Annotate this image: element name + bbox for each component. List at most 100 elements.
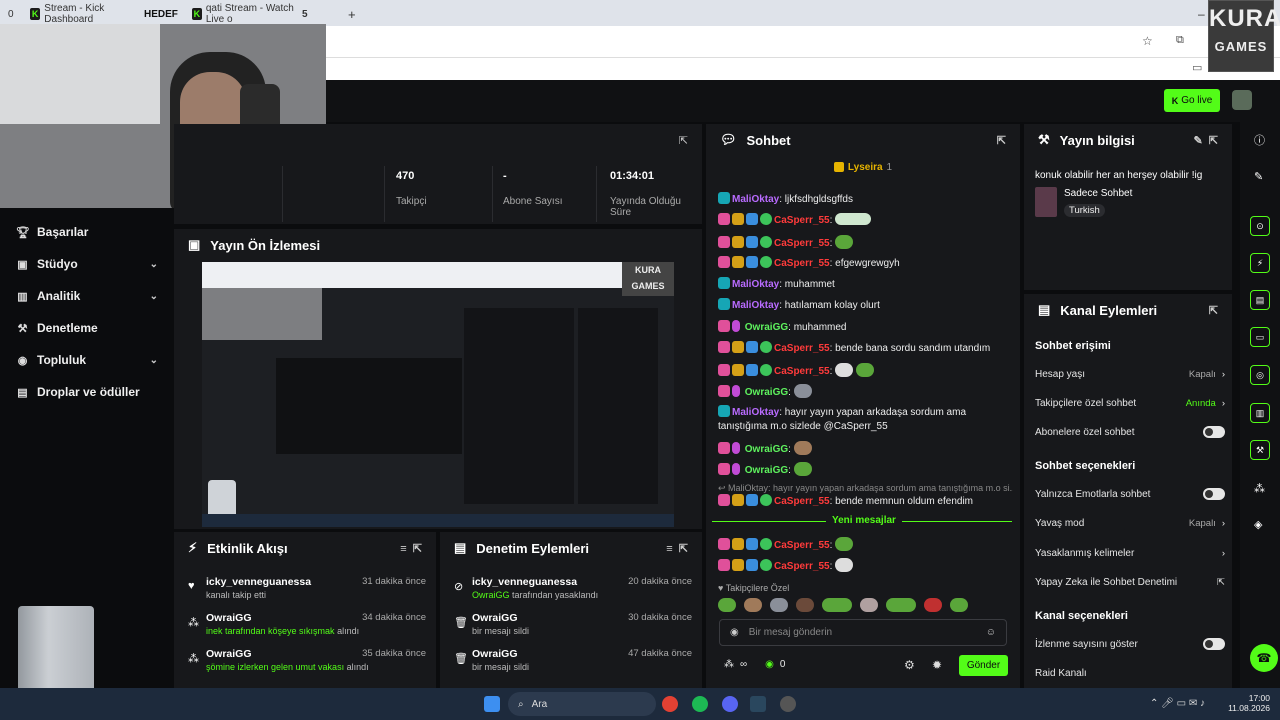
popout-icon[interactable]: ⇱ <box>1209 304 1218 317</box>
chat-username[interactable]: CaSperr_55 <box>774 238 830 249</box>
sidebar-item-achievements[interactable]: 🏆︎ Başarılar <box>16 222 158 242</box>
subs-only-setting: Abonelere özel sohbet <box>1035 424 1225 440</box>
chat-username[interactable]: OwraiGG <box>745 465 788 476</box>
viewer-count-toggle[interactable] <box>1203 638 1225 650</box>
emote-only-toggle[interactable] <box>1203 488 1225 500</box>
chat-username[interactable]: OwraiGG <box>745 387 788 398</box>
emote-icon <box>793 441 812 455</box>
chrome-icon[interactable] <box>662 696 678 712</box>
followers-only-setting[interactable]: Takipçilere özel sohbet Anında › <box>1035 395 1225 411</box>
pinned-bar[interactable]: Lyseira 1 <box>706 156 1020 178</box>
slow-mode-setting[interactable]: Yavaş mod Kapalı › <box>1035 515 1225 531</box>
tab-counter-left[interactable]: 0 <box>8 4 30 24</box>
chat-username[interactable]: MaliOktay <box>732 300 779 311</box>
category-name[interactable]: Sadece Sohbet <box>1064 188 1132 199</box>
setting-value: Anında › <box>1186 398 1225 409</box>
emote-icon <box>855 363 874 377</box>
sidebar-item-analytics[interactable]: ▥ Analitik ⌄ <box>16 286 158 306</box>
send-button[interactable]: Gönder <box>959 655 1008 676</box>
support-icon[interactable]: ☎ <box>1250 644 1278 672</box>
emote-icon[interactable] <box>744 598 762 612</box>
account-age-setting[interactable]: Hesap yaşı Kapalı › <box>1035 366 1225 382</box>
extensions-icon[interactable]: ⧉ <box>1176 34 1184 47</box>
layers-icon[interactable]: ▥ <box>1250 403 1270 423</box>
chat-username[interactable]: MaliOktay <box>732 407 779 418</box>
chat-input[interactable]: ◉ Bir mesaj gönderin ☺ <box>719 619 1007 646</box>
ai-moderation-setting[interactable]: Yapay Zeka ile Sohbet Denetimi ⇱ <box>1035 574 1225 590</box>
info-icon[interactable]: ⓘ <box>1254 132 1265 148</box>
chat-text: : muhammed <box>788 322 847 333</box>
points-icon[interactable]: ⁂ <box>724 659 734 670</box>
popout-icon[interactable]: ⇱ <box>679 134 688 147</box>
chat-username[interactable]: CaSperr_55 <box>774 215 830 226</box>
raid-channel-setting[interactable]: Raid Kanalı <box>1035 665 1225 681</box>
filter-icon[interactable]: ≡ ⇱ <box>400 542 422 555</box>
emote-icon <box>793 384 812 398</box>
minimize-icon[interactable]: – <box>1198 4 1208 24</box>
gift-icon[interactable]: ◈ <box>1254 518 1262 531</box>
subs-only-toggle[interactable] <box>1203 426 1225 438</box>
sidebar-item-studio[interactable]: ▣ Stüdyo ⌄ <box>16 254 158 274</box>
emote-icon[interactable] <box>950 598 968 612</box>
discord-icon[interactable] <box>722 696 738 712</box>
sub-badge-icon <box>718 463 730 475</box>
tab-hedef[interactable]: HEDEF <box>144 4 188 24</box>
chat-username[interactable]: OwraiGG <box>745 322 788 333</box>
chevron-down-icon: ⌄ <box>149 258 158 270</box>
chat-username[interactable]: CaSperr_55 <box>774 561 830 572</box>
folder-icon[interactable]: ▭ <box>1192 61 1202 74</box>
sidebar-item-moderation[interactable]: ⚒ Denetleme <box>16 318 158 338</box>
windows-start-icon[interactable] <box>484 696 500 712</box>
user-avatar[interactable] <box>1232 90 1252 110</box>
emote-icon[interactable] <box>886 598 916 612</box>
star-icon[interactable]: ☆ <box>1142 34 1153 48</box>
emote-icon[interactable] <box>796 598 814 612</box>
lightning-icon[interactable]: ⚡︎ <box>1250 253 1270 273</box>
chat-username[interactable]: MaliOktay <box>732 194 779 205</box>
chat-username[interactable]: CaSperr_55 <box>774 258 830 269</box>
steam-icon[interactable] <box>750 696 766 712</box>
moderation-item: 🗑︎ OwraiGG 30 dakika önce bir mesajı sildi <box>454 612 692 642</box>
taskbar-search[interactable]: ⌕ Ara <box>508 692 656 716</box>
wrench-icon[interactable]: ⚒ <box>1250 440 1270 460</box>
emote-icon[interactable] <box>924 598 942 612</box>
spotify-icon[interactable] <box>692 696 708 712</box>
chat-mod-icon[interactable]: ✹ <box>932 658 942 672</box>
go-live-button[interactable]: K Go live <box>1164 89 1220 112</box>
stream-preview-video[interactable]: KURA GAMES <box>202 262 674 527</box>
popout-icon[interactable]: ⇱ <box>997 134 1006 147</box>
filter-icon[interactable]: ≡ ⇱ <box>666 542 688 555</box>
chat-username[interactable]: MaliOktay <box>732 279 779 290</box>
chat-username[interactable]: CaSperr_55 <box>774 540 830 551</box>
edit-icon[interactable]: ✎ <box>1254 170 1263 183</box>
sidebar-item-community[interactable]: ◉ Topluluk ⌄ <box>16 350 158 370</box>
emote-icon[interactable] <box>822 598 852 612</box>
emoji-icon[interactable]: ☺ <box>986 627 996 638</box>
chat-username[interactable]: CaSperr_55 <box>774 496 830 507</box>
emote-icon[interactable] <box>718 598 736 612</box>
chat-username[interactable]: OwraiGG <box>745 444 788 455</box>
chat-bubble-icon[interactable]: ▭ <box>1250 327 1270 347</box>
clock[interactable]: 17:00 11.08.2026 <box>1226 693 1270 713</box>
chat-message: CaSperr_55: efgewgrewgyh <box>718 256 1013 271</box>
emote-icon[interactable] <box>770 598 788 612</box>
edit-icon[interactable]: ✎ ⇱ <box>1193 134 1218 147</box>
banned-words-setting[interactable]: Yasaklanmış kelimeler › <box>1035 545 1225 561</box>
obs-icon[interactable] <box>780 696 796 712</box>
sidebar-item-label: Topluluk <box>37 353 87 367</box>
emote-icon[interactable] <box>860 598 878 612</box>
target-icon[interactable]: ⊙ <box>1250 216 1270 236</box>
tab-watch-live[interactable]: Kqati Stream - Watch Live o <box>192 3 302 25</box>
chat-username[interactable]: CaSperr_55 <box>774 366 830 377</box>
chat-username[interactable]: CaSperr_55 <box>774 343 830 354</box>
clipboard-icon[interactable]: ▤ <box>1250 290 1270 310</box>
points-icon[interactable]: ⁂ <box>1254 482 1265 495</box>
broadcast-icon[interactable]: ◎ <box>1250 365 1270 385</box>
chat-settings-icon[interactable]: ⚙ <box>904 658 915 672</box>
emote-bar <box>718 598 1008 612</box>
tray-icons[interactable]: ⌃ 🎤︎ ▭ ✉ ♪ <box>1150 698 1205 709</box>
tab-kick-dashboard[interactable]: K Stream - Kick Dashboard <box>30 3 140 25</box>
new-tab-button[interactable]: + <box>348 4 362 24</box>
kick-coin-icon[interactable]: ◉ <box>765 659 774 670</box>
sidebar-item-drops[interactable]: ▤ Droplar ve ödüller <box>16 382 158 402</box>
